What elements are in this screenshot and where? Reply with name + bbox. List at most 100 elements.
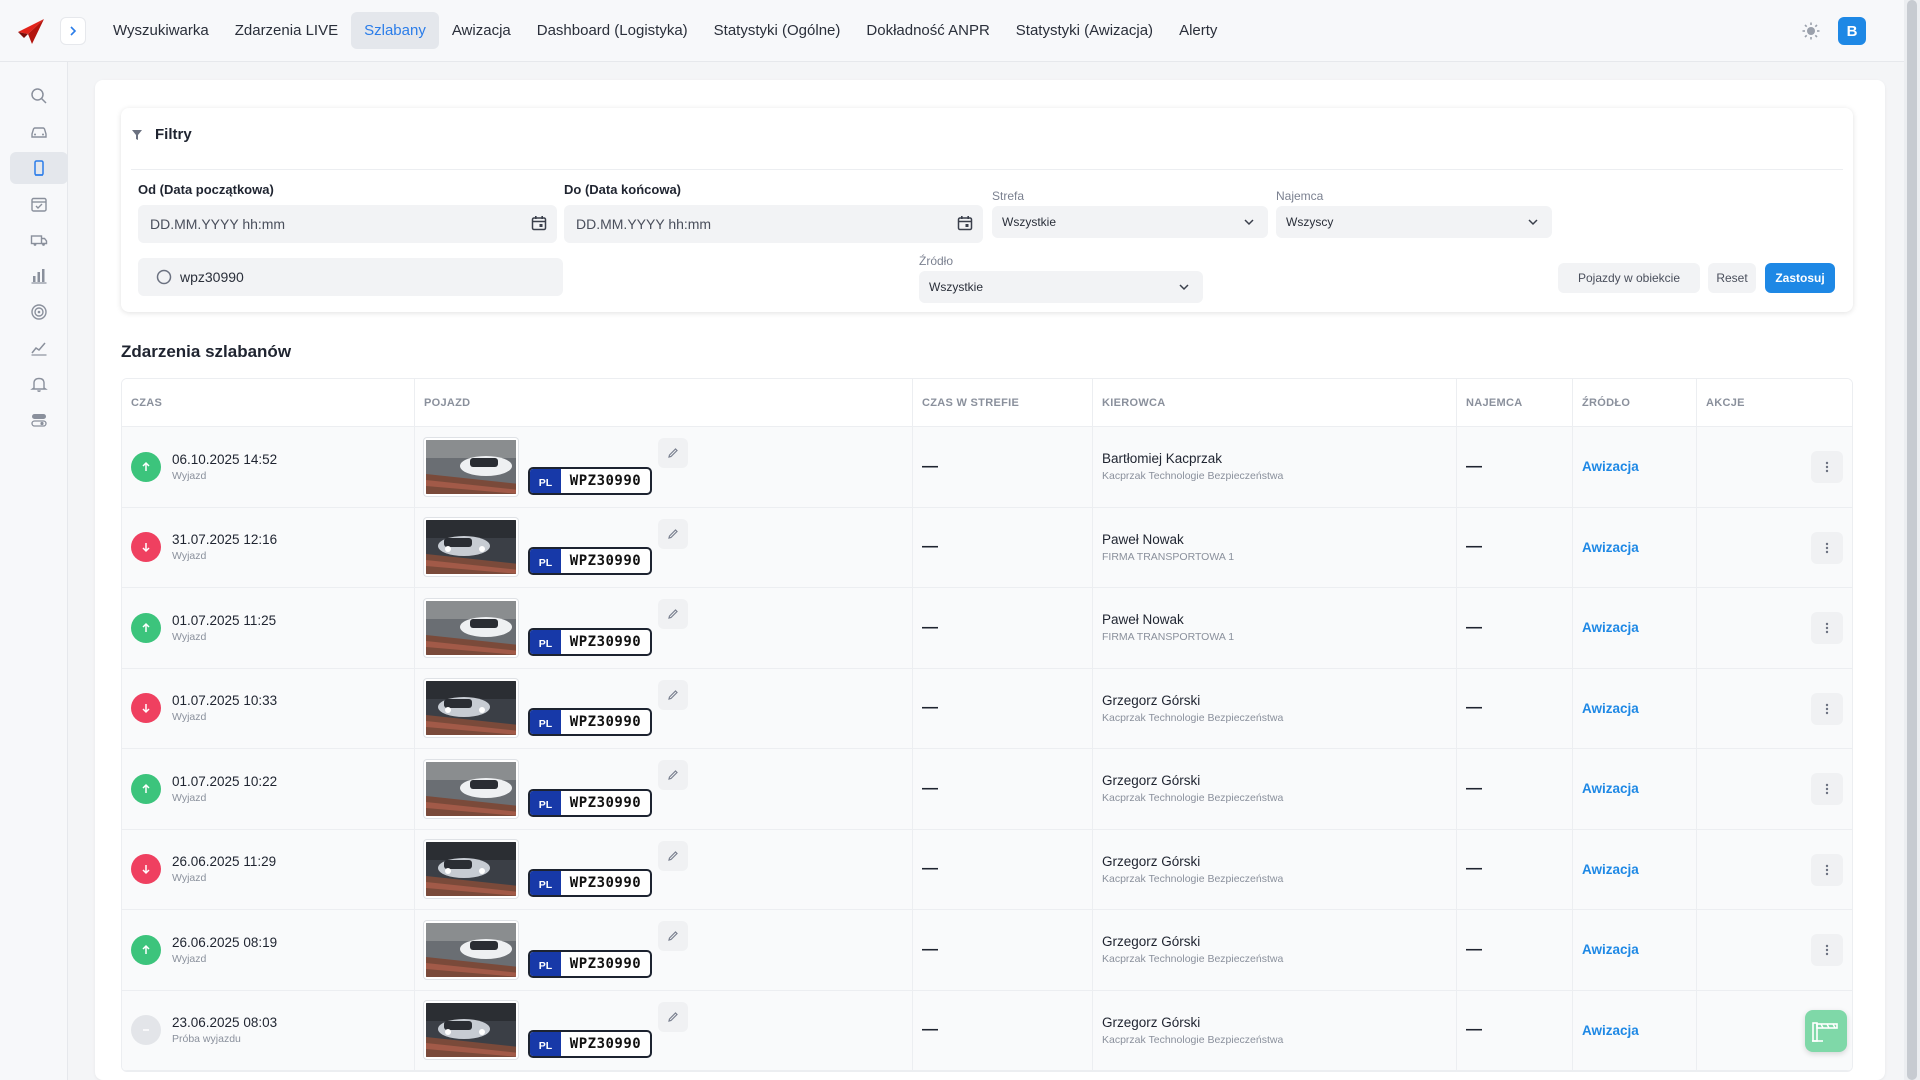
table-row[interactable]: 01.07.2025 11:25 Wyjazd PL WPZ30990 — Paweł N…: [122, 588, 1852, 669]
source-link[interactable]: Awizacja: [1582, 1023, 1639, 1038]
tenant-value: —: [1466, 1021, 1482, 1039]
sun-icon: [1802, 22, 1820, 40]
source-link[interactable]: Awizacja: [1582, 942, 1639, 957]
vehicle-thumbnail[interactable]: [424, 437, 518, 496]
row-actions-button[interactable]: [1811, 531, 1843, 564]
app-logo[interactable]: [16, 16, 46, 46]
vehicle-thumbnail[interactable]: [424, 518, 518, 577]
edit-plate-button[interactable]: [658, 438, 688, 468]
license-plate: PL WPZ30990: [528, 869, 652, 898]
arrow-down-icon: [142, 543, 150, 553]
plate-search-input[interactable]: wpz30990: [138, 258, 563, 296]
row-actions-button[interactable]: [1811, 692, 1843, 725]
sidebar-item-vehicles[interactable]: [10, 116, 68, 148]
row-actions-button[interactable]: [1811, 853, 1843, 886]
barrier-fab-button[interactable]: [1805, 1010, 1847, 1052]
event-datetime: 01.07.2025 10:33: [172, 693, 278, 709]
sidebar-item-advice-statistics[interactable]: [10, 332, 68, 364]
time-cell: 26.06.2025 08:19 Wyjazd: [122, 910, 415, 990]
sidebar-item-settings[interactable]: [10, 404, 68, 436]
nav-item[interactable]: Dokładność ANPR: [853, 12, 1002, 49]
table-row[interactable]: 06.10.2025 14:52 Wyjazd PL WPZ30990 — Bartłom…: [122, 427, 1852, 508]
table-row[interactable]: 01.07.2025 10:33 Wyjazd PL WPZ30990 — Grzegor…: [122, 668, 1852, 749]
row-actions-button[interactable]: [1811, 773, 1843, 805]
driver-cell: Grzegorz Górski Kacprzak Technologie Bezp…: [1093, 910, 1457, 990]
row-actions-button[interactable]: [1811, 451, 1843, 483]
source-link[interactable]: Awizacja: [1582, 862, 1639, 877]
sidebar-item-barriers[interactable]: [10, 152, 68, 184]
column-header[interactable]: POJAZD: [415, 379, 913, 426]
zone-time-cell: —: [913, 829, 1093, 909]
source-select[interactable]: Wszystkie: [919, 271, 1203, 303]
edit-plate-button[interactable]: [658, 679, 688, 710]
from-date-input[interactable]: DD.MM.YYYY hh:mm: [138, 205, 557, 243]
table-row[interactable]: 26.06.2025 11:29 Wyjazd PL WPZ30990 — Grzegor…: [122, 829, 1852, 910]
user-avatar[interactable]: B: [1838, 17, 1866, 45]
vehicle-thumbnail[interactable]: [424, 920, 518, 979]
vehicle-thumbnail[interactable]: [424, 759, 518, 818]
vehicle-thumbnail[interactable]: [424, 840, 518, 899]
edit-plate-button[interactable]: [658, 1001, 688, 1032]
sidebar-item-anpr-accuracy[interactable]: [10, 296, 68, 328]
column-header[interactable]: KIEROWCA: [1093, 379, 1457, 426]
tenant-value: —: [1466, 940, 1482, 958]
nav-item[interactable]: Zdarzenia LIVE: [222, 12, 351, 49]
edit-plate-button[interactable]: [658, 599, 688, 629]
theme-toggle-button[interactable]: [1800, 20, 1822, 42]
vehicle-thumbnail[interactable]: [424, 598, 518, 657]
source-link[interactable]: Awizacja: [1582, 701, 1639, 716]
reset-button[interactable]: Reset: [1708, 263, 1756, 293]
table-row[interactable]: 01.07.2025 10:22 Wyjazd PL WPZ30990 — Grzegor…: [122, 749, 1852, 830]
source-link[interactable]: Awizacja: [1582, 540, 1639, 555]
column-header[interactable]: CZAS: [122, 379, 415, 426]
column-header[interactable]: AKCJE: [1697, 379, 1852, 426]
source-link[interactable]: Awizacja: [1582, 781, 1639, 796]
nav-item[interactable]: Statystyki (Awizacja): [1003, 12, 1166, 49]
nav-item[interactable]: Alerty: [1166, 12, 1230, 49]
nav-item[interactable]: Statystyki (Ogólne): [701, 12, 854, 49]
column-header[interactable]: ŹRÓDŁO: [1573, 379, 1697, 426]
sidebar-item-logistics[interactable]: [10, 224, 68, 256]
table-row[interactable]: 23.06.2025 08:03 Próba wyjazdu PL WPZ30990 —…: [122, 990, 1852, 1071]
plate-country: PL: [530, 629, 561, 654]
page-scrollbar[interactable]: [1904, 0, 1920, 1080]
sidebar-item-alerts[interactable]: [10, 368, 68, 400]
sidebar-item-search[interactable]: [10, 80, 68, 112]
driver-company: Kacprzak Technologie Bezpieczeństwa: [1102, 1033, 1284, 1046]
edit-plate-button[interactable]: [658, 921, 688, 951]
edit-plate-button[interactable]: [658, 518, 688, 549]
edit-plate-button[interactable]: [658, 840, 688, 871]
edit-plate-button[interactable]: [658, 760, 688, 790]
source-link[interactable]: Awizacja: [1582, 459, 1639, 474]
nav-item[interactable]: Awizacja: [439, 12, 524, 49]
column-header[interactable]: NAJEMCA: [1457, 379, 1573, 426]
calendar-icon[interactable]: [531, 215, 547, 231]
tenant-select[interactable]: Wszyscy: [1276, 206, 1552, 238]
to-date-input[interactable]: DD.MM.YYYY hh:mm: [564, 205, 983, 243]
nav-item[interactable]: Wyszukiwarka: [100, 12, 222, 49]
column-header[interactable]: CZAS W STREFIE: [913, 379, 1093, 426]
source-cell: Awizacja: [1573, 749, 1697, 829]
vehicle-thumbnail[interactable]: [424, 1001, 518, 1060]
car-icon: [31, 127, 47, 138]
table-row[interactable]: 31.07.2025 12:16 Wyjazd PL WPZ30990 — Paweł N…: [122, 507, 1852, 588]
nav-item[interactable]: Szlabany: [351, 12, 439, 49]
vehicles-on-site-button[interactable]: Pojazdy w obiekcie: [1558, 263, 1700, 293]
source-link[interactable]: Awizacja: [1582, 620, 1639, 635]
sidebar-expand-button[interactable]: [60, 16, 86, 45]
sidebar-item-advice[interactable]: [10, 188, 68, 220]
apply-button[interactable]: Zastosuj: [1765, 263, 1835, 293]
scrollbar-thumb[interactable]: [1907, 0, 1917, 1080]
sidebar-item-statistics[interactable]: [10, 260, 68, 292]
plate-country: PL: [530, 468, 561, 493]
vehicle-cell: PL WPZ30990: [415, 668, 913, 748]
row-actions-button[interactable]: [1811, 612, 1843, 644]
table-row[interactable]: 26.06.2025 08:19 Wyjazd PL WPZ30990 — Grzegor…: [122, 910, 1852, 991]
bar-chart-icon: [31, 269, 47, 284]
calendar-icon[interactable]: [957, 215, 973, 231]
nav-item[interactable]: Dashboard (Logistyka): [524, 12, 701, 49]
vehicle-thumbnail[interactable]: [424, 679, 518, 738]
zone-select[interactable]: Wszystkie: [992, 206, 1268, 238]
row-actions-button[interactable]: [1811, 934, 1843, 966]
event-type: Wyjazd: [172, 550, 207, 563]
